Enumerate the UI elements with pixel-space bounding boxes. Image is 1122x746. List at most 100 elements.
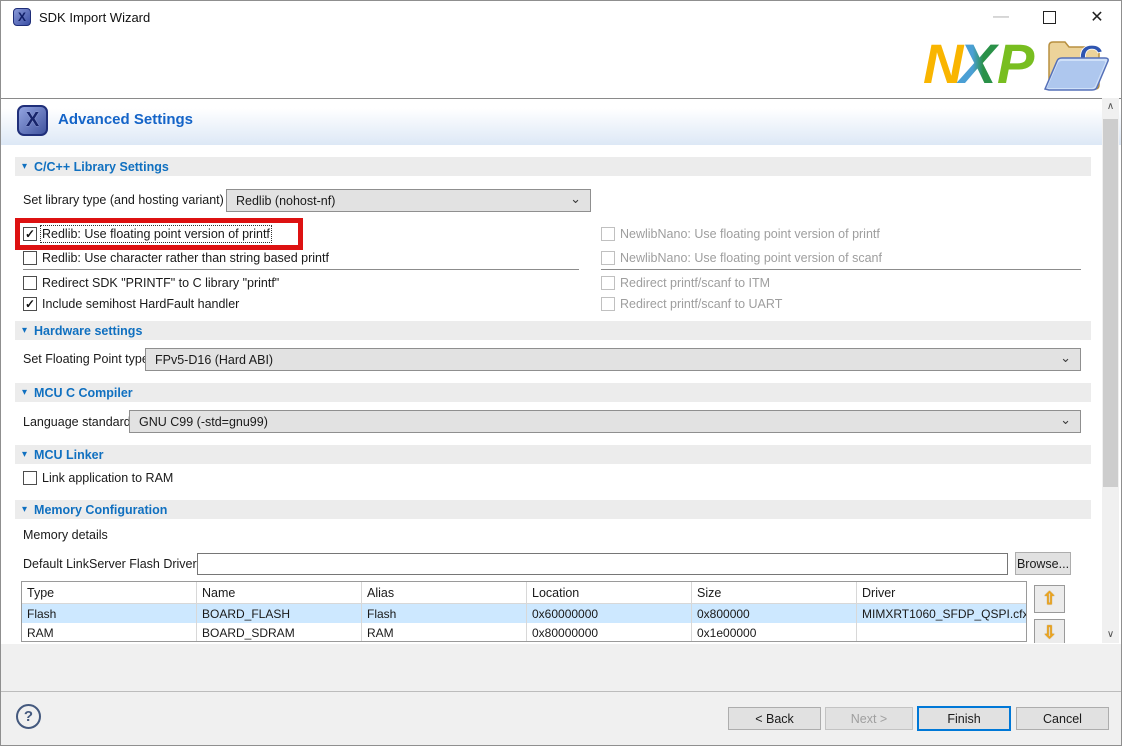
cell-alias: RAM bbox=[362, 623, 527, 642]
checkbox-redirect-itm-label: Redirect printf/scanf to ITM bbox=[620, 276, 770, 290]
checkbox-redlib-char-printf[interactable] bbox=[23, 251, 37, 265]
checkbox-redlib-char-printf-label[interactable]: Redlib: Use character rather than string… bbox=[42, 251, 329, 265]
scroll-down-icon[interactable]: ∨ bbox=[1102, 626, 1119, 643]
checkbox-redlib-float-printf[interactable]: ✓ bbox=[23, 227, 37, 241]
cell-type: Flash bbox=[22, 604, 197, 623]
column-header-size[interactable]: Size bbox=[692, 582, 857, 603]
section-mcu-linker-title: MCU Linker bbox=[34, 448, 103, 462]
flash-driver-label: Default LinkServer Flash Driver bbox=[23, 557, 197, 571]
sdk-import-wizard-window: X SDK Import Wizard — ✕ N X P C X Advanc… bbox=[0, 0, 1122, 746]
column-header-name[interactable]: Name bbox=[197, 582, 362, 603]
cell-size: 0x1e00000 bbox=[692, 623, 857, 642]
collapse-arrow-icon: ▾ bbox=[22, 162, 27, 172]
language-standard-value: GNU C99 (-std=gnu99) bbox=[139, 415, 268, 429]
chevron-down-icon: ⌄ bbox=[570, 191, 581, 207]
chevron-down-icon: ⌄ bbox=[1060, 350, 1071, 366]
table-row-flash[interactable]: Flash BOARD_FLASH Flash 0x60000000 0x800… bbox=[22, 604, 1026, 623]
nxp-letter-x: X bbox=[956, 35, 1000, 93]
close-icon: ✕ bbox=[1090, 7, 1103, 27]
checkbox-group-divider-left bbox=[23, 269, 579, 270]
section-memory-configuration-title: Memory Configuration bbox=[34, 503, 167, 517]
section-library-settings[interactable]: ▾ C/C++ Library Settings bbox=[15, 157, 1091, 176]
cell-name: BOARD_FLASH bbox=[197, 604, 362, 623]
close-button[interactable]: ✕ bbox=[1074, 1, 1120, 33]
checkbox-link-to-ram[interactable] bbox=[23, 471, 37, 485]
column-header-location[interactable]: Location bbox=[527, 582, 692, 603]
maximize-icon bbox=[1043, 11, 1056, 24]
column-header-driver[interactable]: Driver bbox=[857, 582, 1026, 603]
cell-name: BOARD_SDRAM bbox=[197, 623, 362, 642]
minimize-icon: — bbox=[993, 8, 1009, 26]
vertical-scrollbar[interactable]: ∧ ∨ bbox=[1102, 98, 1119, 643]
maximize-button[interactable] bbox=[1026, 1, 1072, 33]
checkbox-newlibnano-printf bbox=[601, 227, 615, 241]
row-move-buttons: ⇧ ⇩ bbox=[1034, 581, 1068, 643]
library-type-select[interactable]: Redlib (nohost-nf) ⌄ bbox=[226, 189, 591, 212]
column-header-type[interactable]: Type bbox=[22, 582, 197, 603]
footer-divider bbox=[1, 691, 1122, 692]
scrollbar-thumb[interactable] bbox=[1103, 119, 1118, 487]
help-button[interactable]: ? bbox=[16, 704, 41, 729]
checkbox-semihost-hardfault[interactable]: ✓ bbox=[23, 297, 37, 311]
section-mcu-c-compiler[interactable]: ▾ MCU C Compiler bbox=[15, 383, 1091, 402]
checkbox-newlibnano-printf-label: NewlibNano: Use floating point version o… bbox=[620, 227, 880, 241]
cell-size: 0x800000 bbox=[692, 604, 857, 623]
column-header-alias[interactable]: Alias bbox=[362, 582, 527, 603]
checkbox-group-divider-right bbox=[601, 269, 1081, 270]
memory-table-header[interactable]: Type Name Alias Location Size Driver bbox=[22, 582, 1026, 604]
window-title: SDK Import Wizard bbox=[39, 10, 150, 25]
move-row-up-button[interactable]: ⇧ bbox=[1034, 585, 1065, 613]
cell-location: 0x80000000 bbox=[527, 623, 692, 642]
browse-button[interactable]: Browse... bbox=[1015, 552, 1071, 575]
cell-type: RAM bbox=[22, 623, 197, 642]
app-icon: X bbox=[13, 8, 31, 26]
cell-alias: Flash bbox=[362, 604, 527, 623]
title-bar: X SDK Import Wizard — ✕ bbox=[1, 1, 1122, 33]
scroll-up-icon[interactable]: ∧ bbox=[1102, 98, 1119, 115]
help-icon: ? bbox=[24, 708, 33, 725]
library-type-label: Set library type (and hosting variant) bbox=[23, 193, 224, 207]
checkbox-redlib-float-printf-label[interactable]: Redlib: Use floating point version of pr… bbox=[42, 227, 270, 241]
move-up-icon: ⇧ bbox=[1042, 589, 1056, 609]
cancel-button[interactable]: Cancel bbox=[1016, 707, 1109, 730]
floating-point-value: FPv5-D16 (Hard ABI) bbox=[155, 353, 273, 367]
back-button[interactable]: < Back bbox=[728, 707, 821, 730]
collapse-arrow-icon: ▾ bbox=[22, 450, 27, 460]
collapse-arrow-icon: ▾ bbox=[22, 326, 27, 336]
next-button: Next > bbox=[825, 707, 913, 730]
checkbox-redirect-sdk-printf-label[interactable]: Redirect SDK "PRINTF" to C library "prin… bbox=[42, 276, 279, 290]
checkbox-newlibnano-scanf-label: NewlibNano: Use floating point version o… bbox=[620, 251, 882, 265]
collapse-arrow-icon: ▾ bbox=[22, 505, 27, 515]
checkbox-link-to-ram-label[interactable]: Link application to RAM bbox=[42, 471, 173, 485]
library-type-value: Redlib (nohost-nf) bbox=[236, 194, 335, 208]
memory-table[interactable]: Type Name Alias Location Size Driver Fla… bbox=[21, 581, 1027, 642]
cell-location: 0x60000000 bbox=[527, 604, 692, 623]
collapse-arrow-icon: ▾ bbox=[22, 388, 27, 398]
section-library-settings-title: C/C++ Library Settings bbox=[34, 160, 169, 174]
floating-point-select[interactable]: FPv5-D16 (Hard ABI) ⌄ bbox=[145, 348, 1081, 371]
cell-driver bbox=[857, 623, 1026, 642]
nxp-logo: N X P bbox=[923, 35, 1041, 98]
mcuxpresso-icon: X bbox=[17, 105, 48, 136]
minimize-button[interactable]: — bbox=[978, 1, 1024, 33]
section-mcu-c-compiler-title: MCU C Compiler bbox=[34, 386, 133, 400]
checkbox-redirect-itm bbox=[601, 276, 615, 290]
checkbox-semihost-hardfault-label[interactable]: Include semihost HardFault handler bbox=[42, 297, 239, 311]
move-down-icon: ⇩ bbox=[1042, 623, 1056, 643]
table-row-ram[interactable]: RAM BOARD_SDRAM RAM 0x80000000 0x1e00000 bbox=[22, 623, 1026, 642]
language-standard-select[interactable]: GNU C99 (-std=gnu99) ⌄ bbox=[129, 410, 1081, 433]
move-row-down-button[interactable]: ⇩ bbox=[1034, 619, 1065, 643]
section-memory-configuration[interactable]: ▾ Memory Configuration bbox=[15, 500, 1091, 519]
checkbox-redirect-uart bbox=[601, 297, 615, 311]
c-project-folder-icon: C bbox=[1043, 35, 1111, 102]
language-standard-label: Language standard bbox=[23, 415, 131, 429]
chevron-down-icon: ⌄ bbox=[1060, 412, 1071, 428]
checkbox-redirect-sdk-printf[interactable] bbox=[23, 276, 37, 290]
finish-button[interactable]: Finish bbox=[917, 706, 1011, 731]
page-title: Advanced Settings bbox=[58, 111, 193, 128]
flash-driver-input[interactable] bbox=[197, 553, 1008, 575]
memory-details-label: Memory details bbox=[23, 528, 108, 542]
section-hardware-settings[interactable]: ▾ Hardware settings bbox=[15, 321, 1091, 340]
nxp-letter-p: P bbox=[997, 35, 1035, 93]
section-mcu-linker[interactable]: ▾ MCU Linker bbox=[15, 445, 1091, 464]
